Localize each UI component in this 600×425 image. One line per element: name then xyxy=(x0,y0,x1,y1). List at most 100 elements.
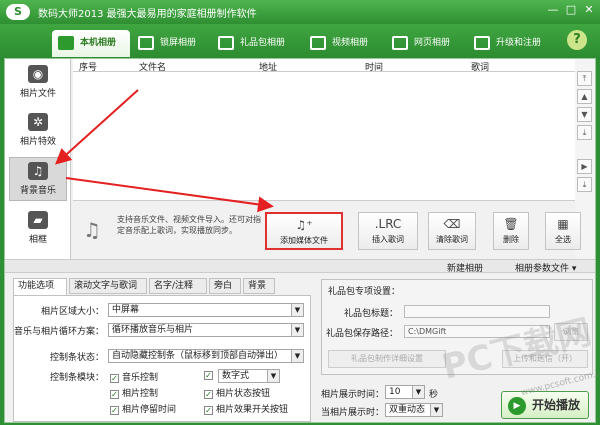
gift-name-input[interactable] xyxy=(404,305,550,318)
album-params-dropdown[interactable]: 相册参数文件 ▾ xyxy=(515,261,576,274)
media-table[interactable]: 序号 文件名 地址 时间 歌词 xyxy=(73,59,575,201)
tab-function-options[interactable]: 功能选项 xyxy=(13,278,67,295)
area-size-label: 相片区域大小： xyxy=(40,307,104,317)
seconds-label: 秒 xyxy=(429,390,439,400)
app-window: S 数码大师2013 最强大最易用的家庭相册制作软件 — □ ✕ 本机相册 锁屏… xyxy=(0,0,600,425)
close-button[interactable]: ✕ xyxy=(580,2,598,18)
checkmark-icon: ✓ xyxy=(204,390,213,399)
chevron-down-icon: ▼ xyxy=(430,404,442,416)
tab-web-album[interactable]: 网页相册 xyxy=(386,30,466,57)
checkmark-icon: ✓ xyxy=(204,406,213,415)
control-bar-label: 控制条状态： xyxy=(49,353,104,363)
chevron-down-icon: ▼ xyxy=(291,304,303,316)
maximize-button[interactable]: □ xyxy=(562,2,580,18)
album-icon xyxy=(58,36,74,50)
globe-icon xyxy=(392,36,408,50)
title-bar: S 数码大师2013 最强大最易用的家庭相册制作软件 — □ ✕ xyxy=(0,0,600,24)
tab-upgrade-register[interactable]: 升级和注册 xyxy=(468,30,552,57)
play-button[interactable]: ▶ xyxy=(577,159,592,174)
gift-detail-settings-button[interactable]: 礼品包制作详细设置 xyxy=(328,350,446,368)
tab-background[interactable]: 背景 xyxy=(243,278,275,294)
display-time-select[interactable]: 10 ▼ xyxy=(385,385,425,399)
music-note-icon: ♫ xyxy=(83,218,101,242)
checkmark-icon: ✓ xyxy=(110,406,119,415)
column-index[interactable]: 序号 xyxy=(79,60,97,73)
control-bar-select[interactable]: 自动隐藏控制条（鼠标移到顶部自动弹出） ▼ xyxy=(108,349,304,363)
move-down-button[interactable]: ▼ xyxy=(577,107,592,122)
help-button[interactable]: ? xyxy=(567,30,587,50)
area-size-select[interactable]: 中屏幕 ▼ xyxy=(108,303,304,317)
tab-local-album[interactable]: 本机相册 xyxy=(52,30,130,57)
chevron-down-icon: ▼ xyxy=(291,350,303,362)
frame-icon: ▰ xyxy=(28,211,48,229)
minimize-button[interactable]: — xyxy=(544,2,562,18)
move-bottom-button[interactable]: ⤓ xyxy=(577,125,592,140)
tab-name-notes[interactable]: 名字/注释 xyxy=(149,278,207,294)
new-album-link[interactable]: 新建相册 xyxy=(447,261,483,274)
chevron-down-icon: ▼ xyxy=(291,324,303,336)
upgrade-icon xyxy=(474,36,490,50)
camera-icon: ◉ xyxy=(28,65,48,83)
app-logo: S xyxy=(6,4,30,20)
move-top-button[interactable]: ⤒ xyxy=(577,71,592,86)
column-lyrics[interactable]: 歌词 xyxy=(471,60,489,73)
sidebar-item-frame[interactable]: ▰ 相框 xyxy=(9,207,67,251)
digital-style-checkbox[interactable]: ✓ xyxy=(204,370,216,380)
monitor-icon xyxy=(138,36,154,50)
column-time[interactable]: 时间 xyxy=(365,60,383,73)
album-bar: 新建相册 相册参数文件 ▾ xyxy=(5,259,595,274)
play-icon: ▶ xyxy=(508,397,526,415)
insert-lyrics-button[interactable]: .LRC 插入歌词 xyxy=(358,212,418,250)
delete-button[interactable]: 🗑 删除 xyxy=(493,212,529,250)
gift-settings-title: 礼品包专项设置： xyxy=(328,287,401,297)
sidebar-item-effects[interactable]: ✲ 相片特效 xyxy=(9,109,67,153)
chevron-down-icon: ▼ xyxy=(267,370,279,382)
photo-status-button-checkbox[interactable]: ✓ 相片状态按钮 xyxy=(204,386,270,399)
digital-style-select[interactable]: 数字式 ▼ xyxy=(218,369,280,383)
tab-video-album[interactable]: 视频相册 xyxy=(304,30,384,57)
display-effect-label: 当相片展示时： xyxy=(321,408,385,418)
photo-duration-checkbox[interactable]: ✓ 相片停留时间 xyxy=(110,402,176,415)
tab-lockscreen-album[interactable]: 锁屏相册 xyxy=(132,30,210,57)
column-filename[interactable]: 文件名 xyxy=(139,60,166,73)
gift-name-label: 礼品包标题： xyxy=(343,309,398,319)
tab-narration[interactable]: 旁白 xyxy=(209,278,241,294)
gift-icon xyxy=(218,36,234,50)
display-effect-select[interactable]: 双重动态 ▼ xyxy=(385,403,443,417)
tab-gift-album[interactable]: 礼品包相册 xyxy=(212,30,302,57)
photo-control-checkbox[interactable]: ✓ 相片控制 xyxy=(110,386,158,399)
trash-icon: 🗑 xyxy=(503,217,519,231)
app-title: 数码大师2013 最强大最易用的家庭相册制作软件 xyxy=(38,9,257,20)
move-up-button[interactable]: ▲ xyxy=(577,89,592,104)
grid-icon: ▦ xyxy=(557,217,569,231)
checkmark-icon: ✓ xyxy=(110,390,119,399)
effect-switch-checkbox[interactable]: ✓ 相片效果开关按钮 xyxy=(204,402,288,415)
eraser-icon: ⌫ xyxy=(443,217,461,231)
music-control-checkbox[interactable]: ✓ 音乐控制 xyxy=(110,370,158,383)
lrc-icon: .LRC xyxy=(374,217,402,231)
clear-lyrics-button[interactable]: ⌫ 清除歌词 xyxy=(428,212,476,250)
column-address[interactable]: 地址 xyxy=(259,60,277,73)
scroll-bottom-button[interactable]: ⤓ xyxy=(577,177,592,192)
loop-select[interactable]: 循环播放音乐与相片 ▼ xyxy=(108,323,304,337)
select-all-button[interactable]: ▦ 全选 xyxy=(545,212,581,250)
music-toolbar: ♫ 支持音乐文件、视频文件导入。还可对指定音乐配上歌词，实现播放同步。 ♫⁺ 添加… xyxy=(73,202,581,259)
add-media-button[interactable]: ♫⁺ 添加媒体文件 xyxy=(265,212,343,250)
add-music-icon: ♫⁺ xyxy=(295,218,313,232)
sidebar-item-music[interactable]: ♫ 背景音乐 xyxy=(9,157,67,201)
sidebar-item-photos[interactable]: ◉ 相片文件 xyxy=(9,61,67,105)
table-header: 序号 文件名 地址 时间 歌词 xyxy=(73,59,575,73)
music-note-icon: ♫ xyxy=(28,162,48,180)
control-module-label: 控制条模块： xyxy=(49,373,104,383)
sidebar: ◉ 相片文件 ✲ 相片特效 ♫ 背景音乐 ▰ 相框 xyxy=(5,59,71,259)
start-play-button[interactable]: ▶ 开始播放 xyxy=(501,391,589,419)
hint-text: 支持音乐文件、视频文件导入。还可对指定音乐配上歌词，实现播放同步。 xyxy=(117,215,261,235)
function-options-panel: 相片区域大小： 中屏幕 ▼ 音乐与相片循环方案： 循环播放音乐与相片 ▼ 控制条状态… xyxy=(13,295,311,422)
chevron-down-icon: ▼ xyxy=(412,386,424,398)
tab-scroll-text-lyrics[interactable]: 滚动文字与歌词 xyxy=(69,278,147,294)
display-time-label: 相片展示时间： xyxy=(321,390,385,400)
nav-bar: 本机相册 锁屏相册 礼品包相册 视频相册 网页相册 升级和注册 xyxy=(0,24,600,60)
checkmark-icon: ✓ xyxy=(110,374,119,383)
film-icon xyxy=(310,36,326,50)
effects-icon: ✲ xyxy=(28,113,48,131)
